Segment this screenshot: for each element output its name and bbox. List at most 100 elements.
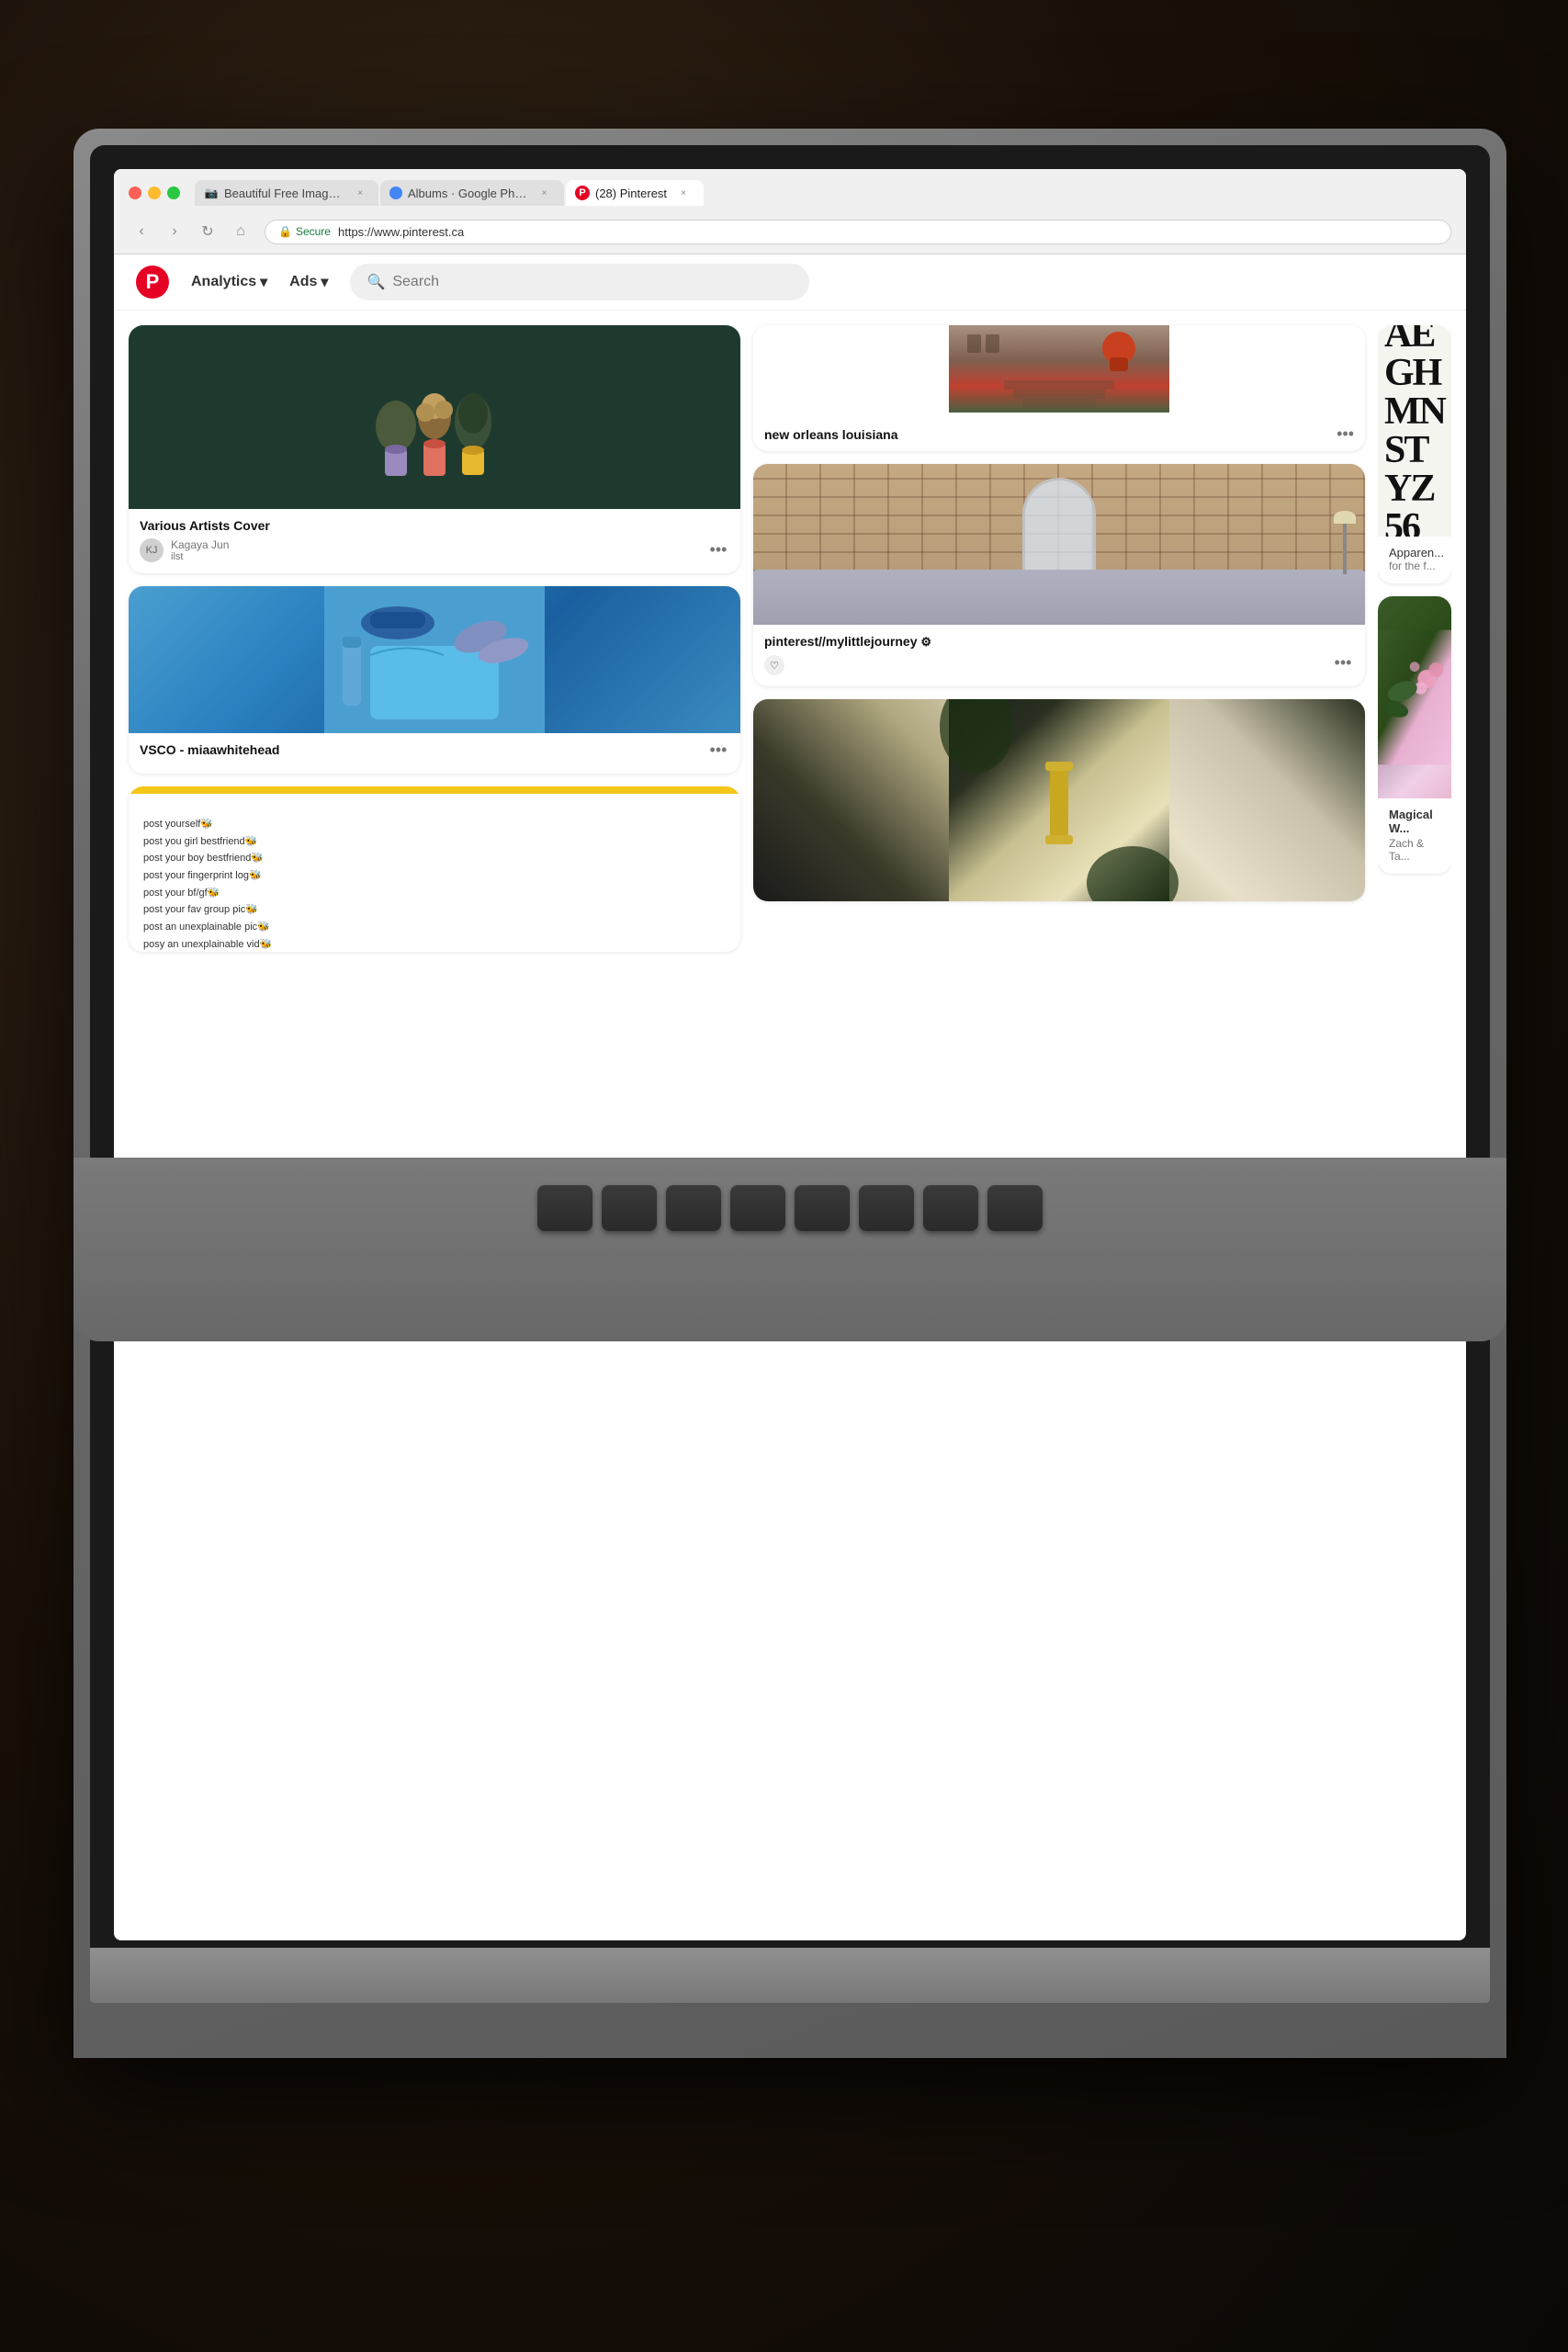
laptop-body: 📷 Beautiful Free Images & Pictur × Album…: [73, 129, 1506, 2058]
key-f6[interactable]: [923, 1185, 978, 1231]
magical-subtitle: Zach & Ta...: [1389, 837, 1440, 863]
pin-garden-image: [1378, 596, 1451, 798]
darkmarble-svg: [753, 699, 1365, 901]
pin-grid: Various Artists Cover KJ Kagaya Jun ilst: [114, 311, 1466, 1934]
url-bar[interactable]: 🔒 Secure https://www.pinterest.ca: [265, 220, 1451, 244]
plants-svg: [352, 334, 517, 500]
address-bar: ‹ › ↻ ⌂ 🔒 Secure https://www.pinterest.c…: [114, 213, 1466, 254]
analytics-nav-item[interactable]: Analytics ▾: [191, 273, 267, 291]
key-f2[interactable]: [666, 1185, 721, 1231]
couch-area: [753, 570, 1365, 625]
maximize-button[interactable]: [167, 187, 180, 199]
vsco-svg: [129, 586, 740, 733]
settings-icon: ⚙: [920, 635, 931, 649]
google-photos-tab-close[interactable]: ×: [537, 186, 551, 200]
pinterest-tab-icon: P: [575, 186, 590, 200]
tab-google-photos[interactable]: Albums · Google Photos ×: [380, 180, 564, 206]
text-line-4: post your fingerprint log🐝: [143, 867, 726, 885]
pin-darkmarble[interactable]: [753, 699, 1365, 901]
home-button[interactable]: ⌂: [228, 219, 254, 244]
pin-plants-info: Various Artists Cover KJ Kagaya Jun ilst: [129, 509, 740, 573]
unsplash-tab-title: Beautiful Free Images & Pictur: [224, 187, 345, 200]
garden-svg: [1378, 596, 1451, 798]
screen-bottom-bezel: [90, 1948, 1490, 2003]
pin-brickroom[interactable]: pinterest//mylittlejourney ⚙ ♡: [753, 464, 1365, 686]
neworleans-svg: [753, 325, 1365, 413]
heart-row: ♡: [764, 655, 1354, 675]
pin-neworleans[interactable]: new orleans louisiana •••: [753, 325, 1365, 451]
pin-garden[interactable]: Magical W... Zach & Ta...: [1378, 596, 1451, 874]
refresh-button[interactable]: ↻: [195, 219, 220, 244]
back-button[interactable]: ‹: [129, 219, 154, 244]
screen-bezel: 📷 Beautiful Free Images & Pictur × Album…: [90, 145, 1490, 2003]
pin-vsco-more[interactable]: •••: [705, 737, 731, 763]
nav-buttons: ‹ › ↻ ⌂: [129, 219, 254, 244]
search-bar[interactable]: 🔍 Search: [350, 264, 809, 300]
pin-plants-title: Various Artists Cover: [140, 518, 729, 533]
google-photos-tab-icon: [389, 187, 402, 199]
pin-vsco-title: VSCO - miaawhitehead: [140, 742, 729, 757]
laptop-scene: 📷 Beautiful Free Images & Pictur × Album…: [0, 0, 1568, 2352]
pin-plants-user: KJ Kagaya Jun ilst: [140, 538, 729, 562]
unsplash-tab-close[interactable]: ×: [355, 186, 366, 200]
pinterest-nav: P Analytics ▾ Ads ▾ 🔍 Search: [114, 254, 1466, 311]
pin-column-middle: new orleans louisiana •••: [753, 325, 1365, 1934]
ads-label: Ads: [289, 274, 317, 290]
magical-title: Magical W...: [1389, 808, 1440, 835]
text-line-6: post your fav group pic🐝: [143, 901, 726, 919]
minimize-button[interactable]: [148, 187, 161, 199]
secure-badge: 🔒 Secure: [278, 225, 331, 238]
neworleans-title: new orleans louisiana: [764, 427, 898, 442]
pin-brickroom-more[interactable]: •••: [1330, 650, 1356, 675]
search-icon: 🔍: [367, 273, 385, 291]
keyboard-area: [73, 1158, 1506, 1341]
browser-tabs: 📷 Beautiful Free Images & Pictur × Album…: [195, 180, 1451, 206]
key-f1[interactable]: [602, 1185, 657, 1231]
text-line-1: post yourself🐝: [143, 816, 726, 833]
pinterest-tab-close[interactable]: ×: [676, 186, 691, 200]
keyboard-keys: [73, 1158, 1506, 1231]
typography-text: AEGHMNSTYZ56: [1384, 325, 1445, 537]
key-f3[interactable]: [730, 1185, 785, 1231]
key-f5[interactable]: [859, 1185, 914, 1231]
neworleans-more[interactable]: •••: [1337, 424, 1354, 444]
neworleans-label: new orleans louisiana •••: [753, 417, 1365, 451]
pin-column-left: Various Artists Cover KJ Kagaya Jun ilst: [129, 325, 740, 1934]
pinterest-logo[interactable]: P: [136, 266, 169, 299]
tab-pinterest[interactable]: P (28) Pinterest ×: [566, 180, 704, 206]
pin-plants-username: Kagaya Jun: [171, 538, 229, 551]
pin-vsco-info: VSCO - miaawhitehead: [129, 733, 740, 774]
pin-textpost[interactable]: post yourself🐝 post you girl bestfriend🐝…: [129, 786, 740, 952]
text-line-2: post you girl bestfriend🐝: [143, 833, 726, 851]
url-text: https://www.pinterest.ca: [338, 225, 464, 239]
arch-window: [1022, 478, 1096, 579]
key-esc[interactable]: [537, 1185, 592, 1231]
pin-textpost-content: post yourself🐝 post you girl bestfriend🐝…: [129, 786, 740, 952]
forward-button[interactable]: ›: [162, 219, 187, 244]
pin-plants-board: ilst: [171, 551, 229, 562]
key-f4[interactable]: [795, 1185, 850, 1231]
tab-unsplash[interactable]: 📷 Beautiful Free Images & Pictur ×: [195, 180, 378, 206]
pin-plants[interactable]: Various Artists Cover KJ Kagaya Jun ilst: [129, 325, 740, 573]
key-f7[interactable]: [987, 1185, 1043, 1231]
pin-typography[interactable]: AEGHMNSTYZ56 Apparen... for the f...: [1378, 325, 1451, 583]
board-icon: ♡: [764, 655, 784, 675]
pin-brickroom-info: pinterest//mylittlejourney ⚙ ♡: [753, 625, 1365, 686]
pin-plants-more[interactable]: •••: [705, 537, 731, 562]
ads-dropdown-icon: ▾: [321, 273, 328, 291]
pin-darkmarble-image: [753, 699, 1365, 901]
pin-neworleans-image: [753, 325, 1365, 417]
pin-vsco[interactable]: VSCO - miaawhitehead •••: [129, 586, 740, 774]
close-button[interactable]: [129, 187, 141, 199]
browser-chrome: 📷 Beautiful Free Images & Pictur × Album…: [114, 169, 1466, 254]
text-line-7: post an unexplainable pic🐝: [143, 919, 726, 936]
pin-plants-image: [129, 325, 740, 509]
text-line-3: post your boy bestfriend🐝: [143, 850, 726, 867]
analytics-label: Analytics: [191, 274, 256, 290]
heart-icon: ♡: [770, 660, 779, 672]
unsplash-tab-icon: 📷: [204, 186, 219, 200]
text-line-8: posy an unexplainable vid🐝: [143, 936, 726, 952]
ads-nav-item[interactable]: Ads ▾: [289, 273, 328, 291]
analytics-dropdown-icon: ▾: [260, 273, 267, 291]
pin-typography-info: Apparen... for the f...: [1378, 537, 1451, 583]
